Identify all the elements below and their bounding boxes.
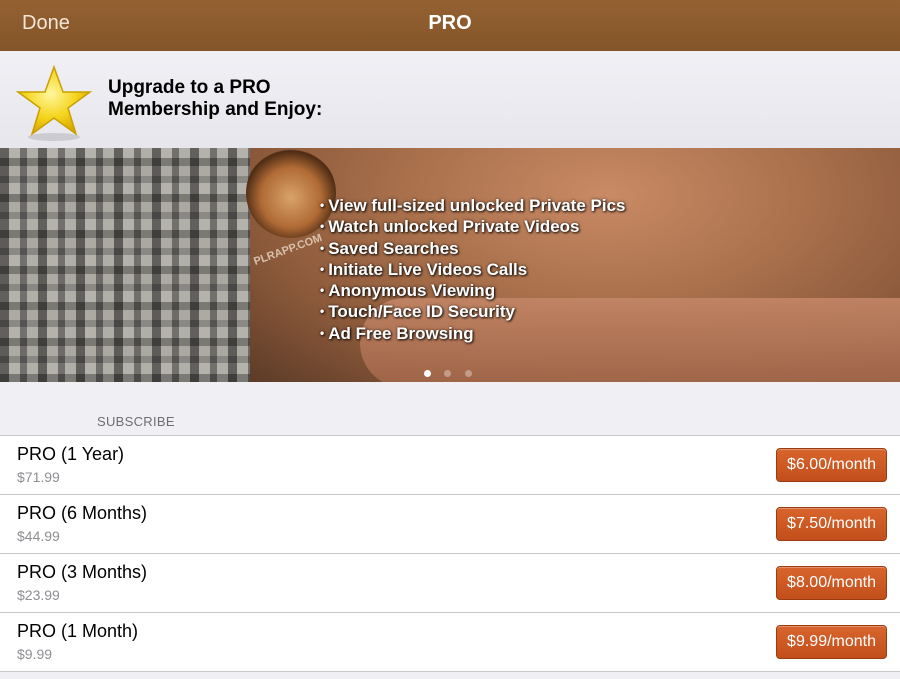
plan-row-6-months[interactable]: PRO (6 Months) $44.99 $7.50/month xyxy=(0,495,900,554)
promo-header: Upgrade to a PRO Membership and Enjoy: xyxy=(0,51,900,148)
page-indicator[interactable] xyxy=(424,364,481,382)
promo-headline-line2: Membership and Enjoy: xyxy=(108,99,323,120)
promo-headline: Upgrade to a PRO Membership and Enjoy: xyxy=(108,77,368,121)
feature-banner[interactable]: PLRAPP.COM • View full-sized unlocked Pri… xyxy=(0,148,900,382)
plan-name: PRO (3 Months) xyxy=(17,562,148,582)
page-dot[interactable] xyxy=(464,370,472,377)
star-icon xyxy=(14,63,94,143)
subscribe-section-header: SUBSCRIBE xyxy=(97,414,175,429)
page-dot[interactable] xyxy=(444,370,452,377)
plan-row-3-months[interactable]: PRO (3 Months) $23.99 $8.00/month xyxy=(0,554,900,613)
feature-item: • Watch unlocked Private Videos xyxy=(320,217,580,237)
plan-list: PRO (1 Year) $71.99 $6.00/month PRO (6 M… xyxy=(0,435,900,672)
plan-row-1-year[interactable]: PRO (1 Year) $71.99 $6.00/month xyxy=(0,436,900,495)
promo-headline-line1: Upgrade to a PRO xyxy=(108,77,271,98)
navigation-bar: Done PRO xyxy=(0,0,900,51)
plan-total-price: $71.99 xyxy=(17,469,60,485)
feature-item: • Initiate Live Videos Calls xyxy=(320,259,528,279)
buy-3-months-button[interactable]: $8.00/month xyxy=(776,566,887,600)
plan-total-price: $9.99 xyxy=(17,646,53,662)
plan-row-1-month[interactable]: PRO (1 Month) $9.99 $9.99/month xyxy=(0,613,900,672)
plan-total-price: $23.99 xyxy=(17,587,60,603)
banner-background-shirt xyxy=(0,148,250,382)
page-title: PRO xyxy=(428,12,472,34)
feature-item: • Saved Searches xyxy=(320,238,459,258)
feature-item: • Anonymous Viewing xyxy=(320,281,496,301)
plan-name: PRO (6 Months) xyxy=(17,503,148,523)
page-dot-active[interactable] xyxy=(424,370,431,377)
plan-total-price: $44.99 xyxy=(17,528,60,544)
buy-6-months-button[interactable]: $7.50/month xyxy=(776,507,887,541)
plan-name: PRO (1 Year) xyxy=(17,444,125,464)
plan-name: PRO (1 Month) xyxy=(17,621,139,641)
buy-1-year-button[interactable]: $6.00/month xyxy=(776,448,887,482)
feature-item: • Ad Free Browsing xyxy=(320,323,474,343)
feature-item: • View full-sized unlocked Private Pics xyxy=(320,196,626,215)
feature-list: • View full-sized unlocked Private Pics •… xyxy=(320,195,626,344)
feature-item: • Touch/Face ID Security xyxy=(320,302,515,322)
buy-1-month-button[interactable]: $9.99/month xyxy=(776,625,887,659)
